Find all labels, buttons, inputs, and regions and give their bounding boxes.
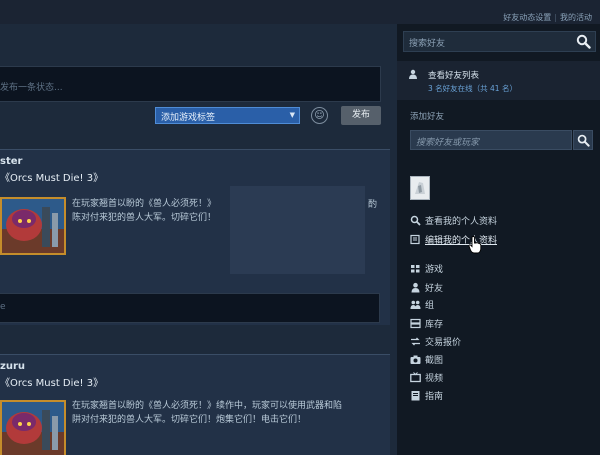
avatar-image [415,182,425,194]
menu-friends[interactable]: 好友 [410,281,443,295]
menu-label: 好友 [425,284,444,294]
magnifier-icon [410,215,421,226]
search-icon[interactable] [576,34,591,49]
add-friend-search-button[interactable] [573,130,593,150]
menu-label: 查看我的个人资料 [425,217,498,227]
menu-videos[interactable]: 视频 [410,371,443,385]
search-icon [577,134,590,147]
friends-list-panel[interactable]: 查看好友列表 3 名好友在线（共 41 名） [397,61,600,100]
feed-user-name[interactable]: ster [0,156,22,167]
link-separator: | [554,13,557,22]
menu-label: 库存 [425,320,444,330]
avatar[interactable] [410,176,430,200]
games-icon [411,265,420,273]
menu-view-profile[interactable]: 查看我的个人资料 [410,214,497,228]
menu-label: 指南 [425,392,444,402]
menu-edit-profile[interactable]: 编辑我的个人资料 [410,233,497,247]
status-input[interactable]: 发布一条状态... [0,66,381,102]
friends-online-count[interactable]: 3 名好友在线（共 41 名） [428,83,517,94]
friend-search-input[interactable]: 搜索好友 [403,31,596,52]
add-friend-placeholder: 搜索好友或玩家 [416,138,480,148]
menu-label: 游戏 [425,265,444,275]
guide-icon [411,391,420,401]
menu-inventory[interactable]: 库存 [410,317,443,331]
friends-list-title[interactable]: 查看好友列表 [428,69,479,81]
menu-trade-offers[interactable]: 交易报价 [410,335,461,349]
person-icon [411,282,420,293]
game-tag-select[interactable]: 添加游戏标签 ▼ [155,107,300,124]
feed-description-line: 阱对付来犯的兽人大军。切碎它们！炮集它们！电击它们！ [72,415,307,425]
group-icon [410,300,421,309]
menu-label: 视频 [425,374,444,384]
menu-screenshots[interactable]: 截图 [410,353,443,367]
trade-icon [411,337,420,346]
menu-label: 组 [425,301,435,311]
menu-label: 交易报价 [425,338,462,348]
my-activity-link[interactable]: 我的活动 [560,13,592,22]
menu-label: 截图 [425,356,444,366]
chevron-down-icon: ▼ [289,111,295,119]
game-thumbnail[interactable] [0,197,66,255]
feed-description-line: 在玩家翘首以盼的《兽人必须死！》续作中，玩家可以使用武器和陷 [72,401,343,411]
overlay-text-fragment: 酌 [367,200,377,210]
game-tag-select-label: 添加游戏标签 [161,113,216,123]
game-thumbnail[interactable] [0,400,66,455]
status-placeholder: 发布一条状态... [0,83,63,93]
menu-guides[interactable]: 指南 [410,389,443,403]
hover-overlay: 酌 [230,186,377,274]
feed-card: ster 《Orcs Must Die! 3》 在玩家翘首以盼的《兽人必须死！》… [0,149,390,325]
friend-search-placeholder: 搜索好友 [409,39,446,49]
feed-game-title[interactable]: 《Orcs Must Die! 3》 [0,169,103,184]
activity-links: 好友动态设置 | 我的活动 [503,12,592,23]
feed-game-title[interactable]: 《Orcs Must Die! 3》 [0,374,103,389]
feed-user-name[interactable]: zuru [0,361,25,372]
feed-card: zuru 《Orcs Must Die! 3》 在玩家翘首以盼的《兽人必须死！》… [0,354,390,455]
menu-groups[interactable]: 组 [410,298,434,312]
inventory-icon [410,318,421,329]
add-friend-label: 添加好友 [410,112,445,122]
add-friend-input[interactable]: 搜索好友或玩家 [410,130,572,150]
smiley-icon[interactable]: ☺ [311,107,328,124]
person-icon [409,69,417,79]
menu-games[interactable]: 游戏 [410,262,443,276]
feed-description: 在玩家翘首以盼的《兽人必须死！》续作中，玩家可以使用武器和陷 阱对付来犯的兽人大… [72,399,382,427]
hand-cursor-icon [468,236,482,254]
edit-icon [410,234,420,245]
post-button[interactable]: 发布 [341,106,381,125]
activity-settings-link[interactable]: 好友动态设置 [503,13,551,22]
comment-input[interactable]: e [0,293,380,323]
tv-icon [410,372,421,383]
menu-label: 编辑我的个人资料 [425,236,498,246]
activity-feed: 发布一条状态... 添加游戏标签 ▼ ☺ 发布 ster 《Orcs Must … [0,24,397,455]
camera-icon [410,355,421,364]
comment-placeholder: e [0,302,6,312]
